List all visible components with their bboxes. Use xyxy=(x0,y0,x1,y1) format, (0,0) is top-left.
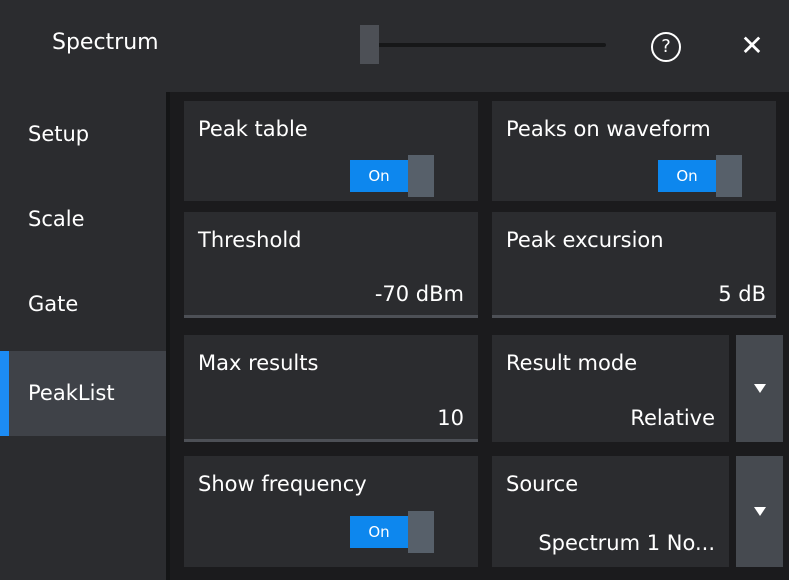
peak-table-toggle[interactable]: On xyxy=(350,155,448,197)
chevron-down-icon xyxy=(754,507,766,516)
sidebar-item-gate[interactable]: Gate xyxy=(0,262,166,347)
max-results-tile[interactable]: Max results 10 xyxy=(184,335,478,442)
peak-excursion-underline xyxy=(492,315,776,318)
close-icon[interactable]: ✕ xyxy=(737,29,767,63)
dialog-header: Spectrum ? ✕ xyxy=(0,0,789,92)
show-frequency-toggle-on: On xyxy=(350,516,408,548)
source-tile[interactable]: Source Spectrum 1 No... xyxy=(492,456,729,567)
result-mode-tile[interactable]: Result mode Relative xyxy=(492,335,729,442)
dialog-title: Spectrum xyxy=(52,30,159,55)
transparency-slider-handle[interactable] xyxy=(360,25,379,64)
sidebar: Setup Scale Gate PeakList xyxy=(0,92,166,580)
peak-excursion-tile[interactable]: Peak excursion 5 dB xyxy=(492,212,776,318)
peak-excursion-label: Peak excursion xyxy=(506,228,664,252)
peak-table-label: Peak table xyxy=(198,117,308,141)
peaks-on-waveform-label: Peaks on waveform xyxy=(506,117,711,141)
threshold-tile[interactable]: Threshold -70 dBm xyxy=(184,212,478,318)
threshold-underline xyxy=(184,315,478,318)
peaks-on-waveform-toggle-on: On xyxy=(658,160,716,192)
result-mode-dropdown-button[interactable] xyxy=(736,335,783,442)
threshold-value[interactable]: -70 dBm xyxy=(375,282,464,306)
peak-table-tile: Peak table On xyxy=(184,101,478,201)
source-dropdown-button[interactable] xyxy=(736,456,783,567)
sidebar-item-setup[interactable]: Setup xyxy=(0,92,166,177)
show-frequency-tile: Show frequency On xyxy=(184,456,478,567)
threshold-label: Threshold xyxy=(198,228,302,252)
peak-table-toggle-on: On xyxy=(350,160,408,192)
toggle-knob xyxy=(716,155,742,197)
peak-excursion-value[interactable]: 5 dB xyxy=(718,282,766,306)
source-label: Source xyxy=(506,472,579,496)
max-results-label: Max results xyxy=(198,351,319,375)
result-mode-label: Result mode xyxy=(506,351,638,375)
peaks-on-waveform-tile: Peaks on waveform On xyxy=(492,101,776,201)
toggle-knob xyxy=(408,511,434,553)
toggle-knob xyxy=(408,155,434,197)
result-mode-value[interactable]: Relative xyxy=(630,406,715,430)
sidebar-item-peaklist[interactable]: PeakList xyxy=(0,351,166,436)
chevron-down-icon xyxy=(754,384,766,393)
max-results-underline xyxy=(184,439,478,442)
sidebar-item-scale[interactable]: Scale xyxy=(0,177,166,262)
max-results-value[interactable]: 10 xyxy=(437,406,464,430)
peaklist-settings-panel: Peak table On Peaks on waveform On Thres… xyxy=(170,92,789,580)
help-icon[interactable]: ? xyxy=(651,32,681,62)
show-frequency-toggle[interactable]: On xyxy=(350,511,448,553)
source-value[interactable]: Spectrum 1 No... xyxy=(538,531,715,555)
peaks-on-waveform-toggle[interactable]: On xyxy=(658,155,756,197)
show-frequency-label: Show frequency xyxy=(198,472,367,496)
transparency-slider-track[interactable] xyxy=(360,43,606,47)
